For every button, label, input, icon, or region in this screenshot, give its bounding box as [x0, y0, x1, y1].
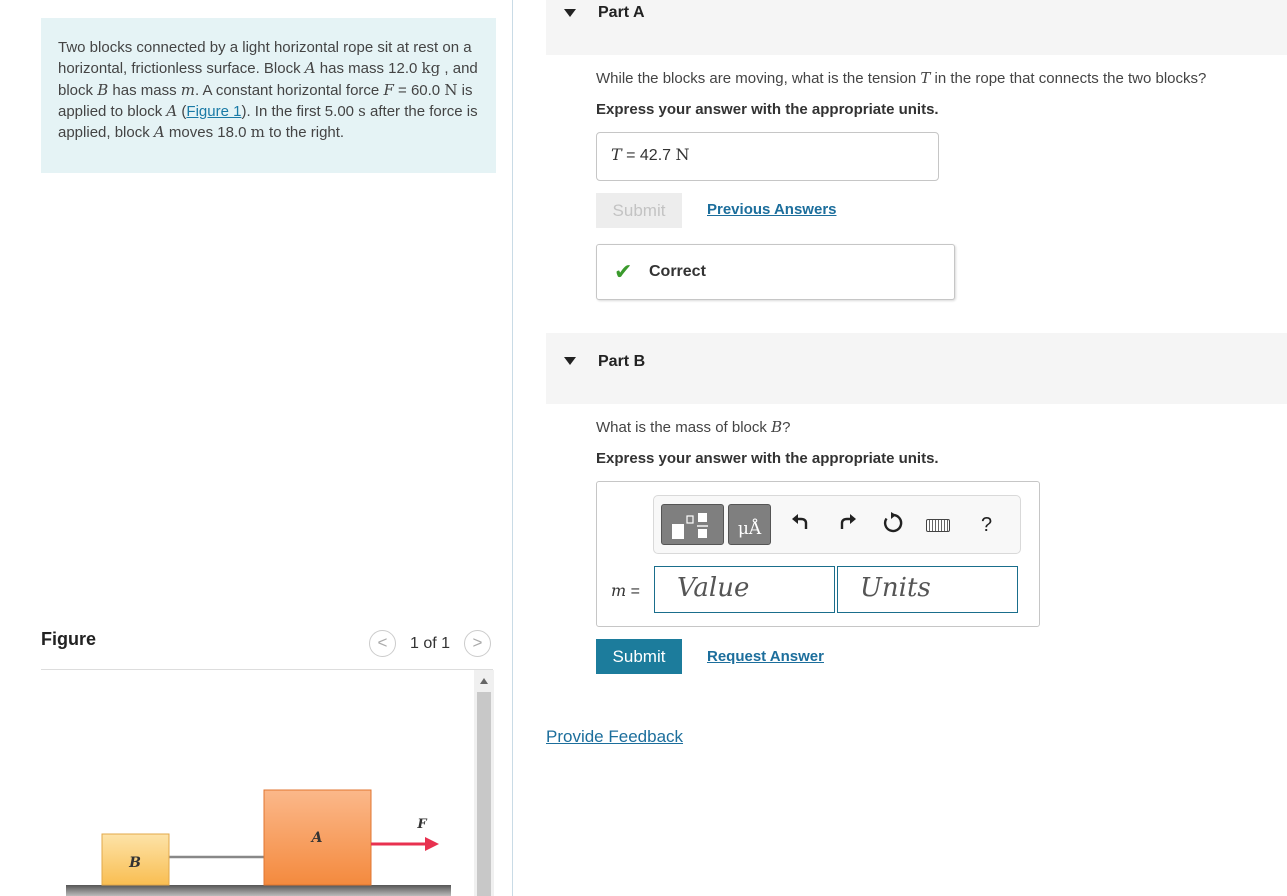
math-toolbar: μÅ ? — [653, 495, 1021, 554]
figure-count: 1 of 1 — [410, 635, 451, 652]
correct-feedback: ✔ Correct — [596, 244, 955, 300]
problem-unit-m: m — [250, 123, 265, 142]
answer-var: T — [611, 145, 622, 164]
templates-icon — [672, 513, 708, 539]
question-text: in the rope that connects the two blocks… — [930, 70, 1207, 87]
problem-var-a: A — [304, 59, 316, 78]
redo-icon[interactable] — [838, 512, 858, 538]
templates-button[interactable] — [661, 504, 724, 545]
previous-answers-link[interactable]: Previous Answers — [707, 201, 837, 218]
keyboard-icon[interactable] — [926, 519, 950, 532]
collapse-triangle-icon[interactable] — [564, 357, 576, 365]
force-label: F — [416, 817, 427, 832]
part-a-answer-display: T = 42.7 N — [596, 132, 939, 181]
figure-link[interactable]: Figure 1 — [186, 103, 241, 120]
part-a-submit-button: Submit — [596, 193, 682, 228]
undo-icon[interactable] — [790, 512, 810, 538]
request-answer-link[interactable]: Request Answer — [707, 648, 824, 665]
problem-text: to the right. — [264, 124, 345, 142]
figure-heading: Figure — [41, 629, 97, 649]
problem-unit-s: s — [358, 101, 366, 120]
help-icon[interactable]: ? — [981, 514, 992, 537]
problem-text: has mass — [108, 81, 181, 99]
units-button[interactable]: μÅ — [728, 504, 771, 545]
problem-text: . A constant horizontal force — [194, 81, 384, 99]
panel-divider — [512, 620, 513, 896]
figure-image: B A F — [66, 789, 451, 896]
part-b-instruction: Express your answer with the appropriate… — [596, 450, 939, 467]
problem-var-a: A — [166, 101, 178, 120]
var-eq: = — [626, 583, 640, 600]
correct-label: Correct — [649, 263, 706, 280]
checkmark-icon: ✔ — [614, 259, 633, 284]
value-input[interactable]: Value — [654, 566, 835, 613]
problem-text: ). In the first 5.00 — [241, 102, 359, 120]
question-var-b: B — [771, 418, 783, 436]
problem-text: moves 18.0 — [164, 124, 251, 142]
question-text: ? — [782, 419, 791, 436]
question-var-t: T — [920, 69, 931, 87]
problem-text: = 60.0 — [393, 81, 445, 99]
units-input[interactable]: Units — [837, 566, 1018, 613]
question-text: While the blocks are moving, what is the… — [596, 70, 921, 87]
part-b-submit-button[interactable]: Submit — [596, 639, 682, 674]
answer-variable-label: m = — [611, 581, 640, 601]
scroll-up-icon[interactable] — [480, 678, 488, 684]
part-a-title: Part A — [598, 4, 645, 21]
question-text: What is the mass of block — [596, 419, 772, 436]
figure-next-button[interactable]: > — [464, 630, 491, 657]
part-b-title: Part B — [598, 353, 646, 370]
part-b-answer-box: μÅ ? m = Value Units — [596, 481, 1040, 627]
problem-unit-n: N — [444, 80, 458, 99]
panel-divider — [512, 0, 513, 620]
problem-var-f: F — [383, 80, 394, 99]
problem-unit-kg: kg — [421, 59, 441, 78]
problem-var-m: m — [180, 80, 195, 99]
problem-statement: Two blocks connected by a light horizont… — [41, 18, 496, 173]
part-a-question: While the blocks are moving, what is the… — [596, 69, 1206, 87]
answer-value: 42.7 — [639, 147, 672, 164]
surface — [66, 885, 451, 896]
problem-text: has mass 12.0 — [315, 60, 422, 78]
answer-eq: = — [621, 147, 640, 164]
var-m: m — [611, 581, 627, 600]
part-a-instruction: Express your answer with the appropriate… — [596, 101, 939, 118]
part-a-header[interactable]: Part A — [546, 0, 1287, 55]
figure-prev-button[interactable]: < — [369, 630, 396, 657]
force-arrowhead — [425, 837, 439, 851]
collapse-triangle-icon[interactable] — [564, 9, 576, 17]
problem-var-a: A — [153, 123, 165, 142]
provide-feedback-link[interactable]: Provide Feedback — [546, 727, 683, 747]
answer-unit: N — [675, 145, 690, 164]
problem-var-b: B — [97, 80, 109, 99]
figure-scrollbar[interactable] — [474, 670, 494, 896]
block-b-label: B — [128, 855, 141, 871]
part-b-question: What is the mass of block B? — [596, 418, 790, 436]
part-b-header[interactable]: Part B — [546, 333, 1287, 404]
reset-icon[interactable] — [882, 512, 904, 540]
scrollbar-thumb[interactable] — [477, 692, 491, 896]
block-a-label: A — [310, 830, 323, 846]
